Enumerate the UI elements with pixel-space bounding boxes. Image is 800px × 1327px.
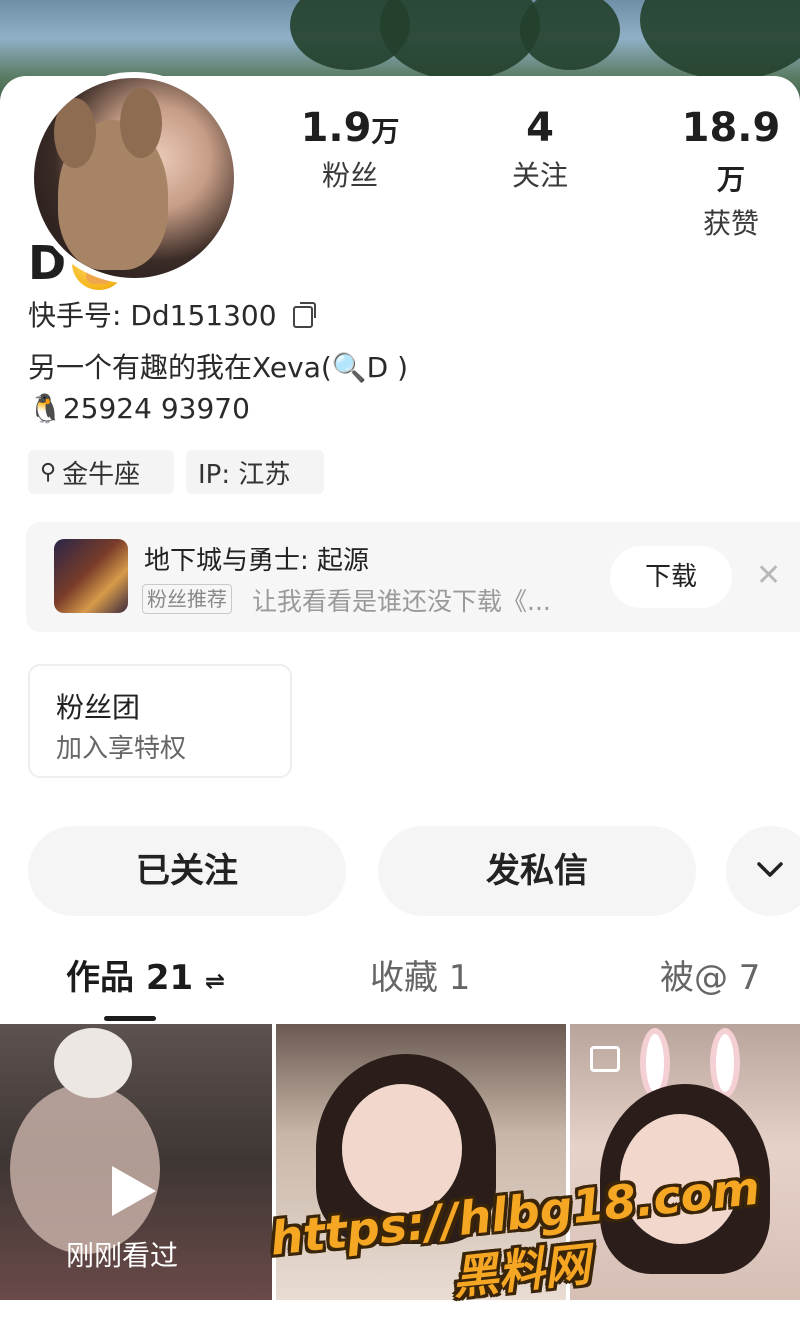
fan-club-card[interactable]: 粉丝团 加入享特权	[28, 664, 292, 778]
fan-club-title: 粉丝团	[56, 691, 141, 724]
tag-zodiac[interactable]: ⚲ 金牛座	[28, 450, 174, 494]
stat-likes[interactable]: 18.9万 获赞	[668, 104, 794, 244]
image-gallery-icon	[590, 1046, 620, 1072]
ad-subtitle: 让我看看是谁还没下载《...	[252, 587, 551, 616]
stat-following[interactable]: 4 关注	[490, 104, 590, 196]
tag-zodiac-label: 金牛座	[62, 459, 141, 490]
followers-label: 粉丝	[321, 159, 378, 192]
followed-button[interactable]: 已关注	[28, 826, 346, 916]
followers-count: 1.9万	[300, 105, 400, 151]
tab-favorites[interactable]: 收藏 1	[370, 956, 470, 1000]
copy-icon[interactable]	[293, 302, 317, 328]
more-options-button[interactable]	[726, 826, 800, 916]
ad-badge: 粉丝推荐	[142, 584, 232, 614]
video-thumbnail-1[interactable]: 刚刚看过	[0, 1024, 272, 1300]
swap-icon[interactable]: ⇌	[205, 967, 225, 995]
user-id-row: 快手号: Dd151300	[28, 294, 317, 334]
game-ad-card[interactable]: 地下城与勇士: 起源 粉丝推荐 让我看看是谁还没下载《... 下载 ✕	[26, 522, 800, 632]
game-thumbnail	[54, 539, 128, 613]
recently-viewed-label: 刚刚看过	[66, 1239, 179, 1272]
contact-line: 🐧25924 93970	[28, 392, 250, 425]
likes-label: 获赞	[702, 207, 759, 240]
bio: 另一个有趣的我在Xeva(🔍D )	[28, 351, 409, 384]
message-button[interactable]: 发私信	[378, 826, 696, 916]
tab-works-label: 作品 21	[66, 958, 194, 998]
tag-ip: IP: 江苏	[186, 450, 324, 494]
search-icon: ⚲	[40, 459, 57, 485]
user-id: 快手号: Dd151300	[28, 299, 277, 332]
tab-mentions[interactable]: 被@ 7	[660, 956, 760, 1000]
download-button[interactable]: 下载	[610, 546, 732, 608]
play-icon[interactable]	[112, 1166, 156, 1216]
avatar[interactable]	[28, 72, 240, 284]
following-count: 4	[526, 105, 554, 151]
ad-title: 地下城与勇士: 起源	[144, 546, 370, 576]
fan-club-subtitle: 加入享特权	[56, 734, 187, 764]
likes-count: 18.9万	[681, 105, 781, 196]
chevron-down-icon	[757, 862, 783, 877]
stat-followers[interactable]: 1.9万 粉丝	[300, 104, 400, 196]
active-tab-indicator	[104, 1016, 156, 1021]
profile-card: 1.9万 粉丝 4 关注 18.9万 获赞 D 快手号: Dd151300 另一…	[0, 72, 800, 1305]
following-label: 关注	[511, 159, 568, 192]
tag-ip-label: IP: 江苏	[198, 459, 291, 490]
close-icon[interactable]: ✕	[756, 558, 781, 594]
tab-works[interactable]: 作品 21 ⇌	[66, 956, 225, 1003]
